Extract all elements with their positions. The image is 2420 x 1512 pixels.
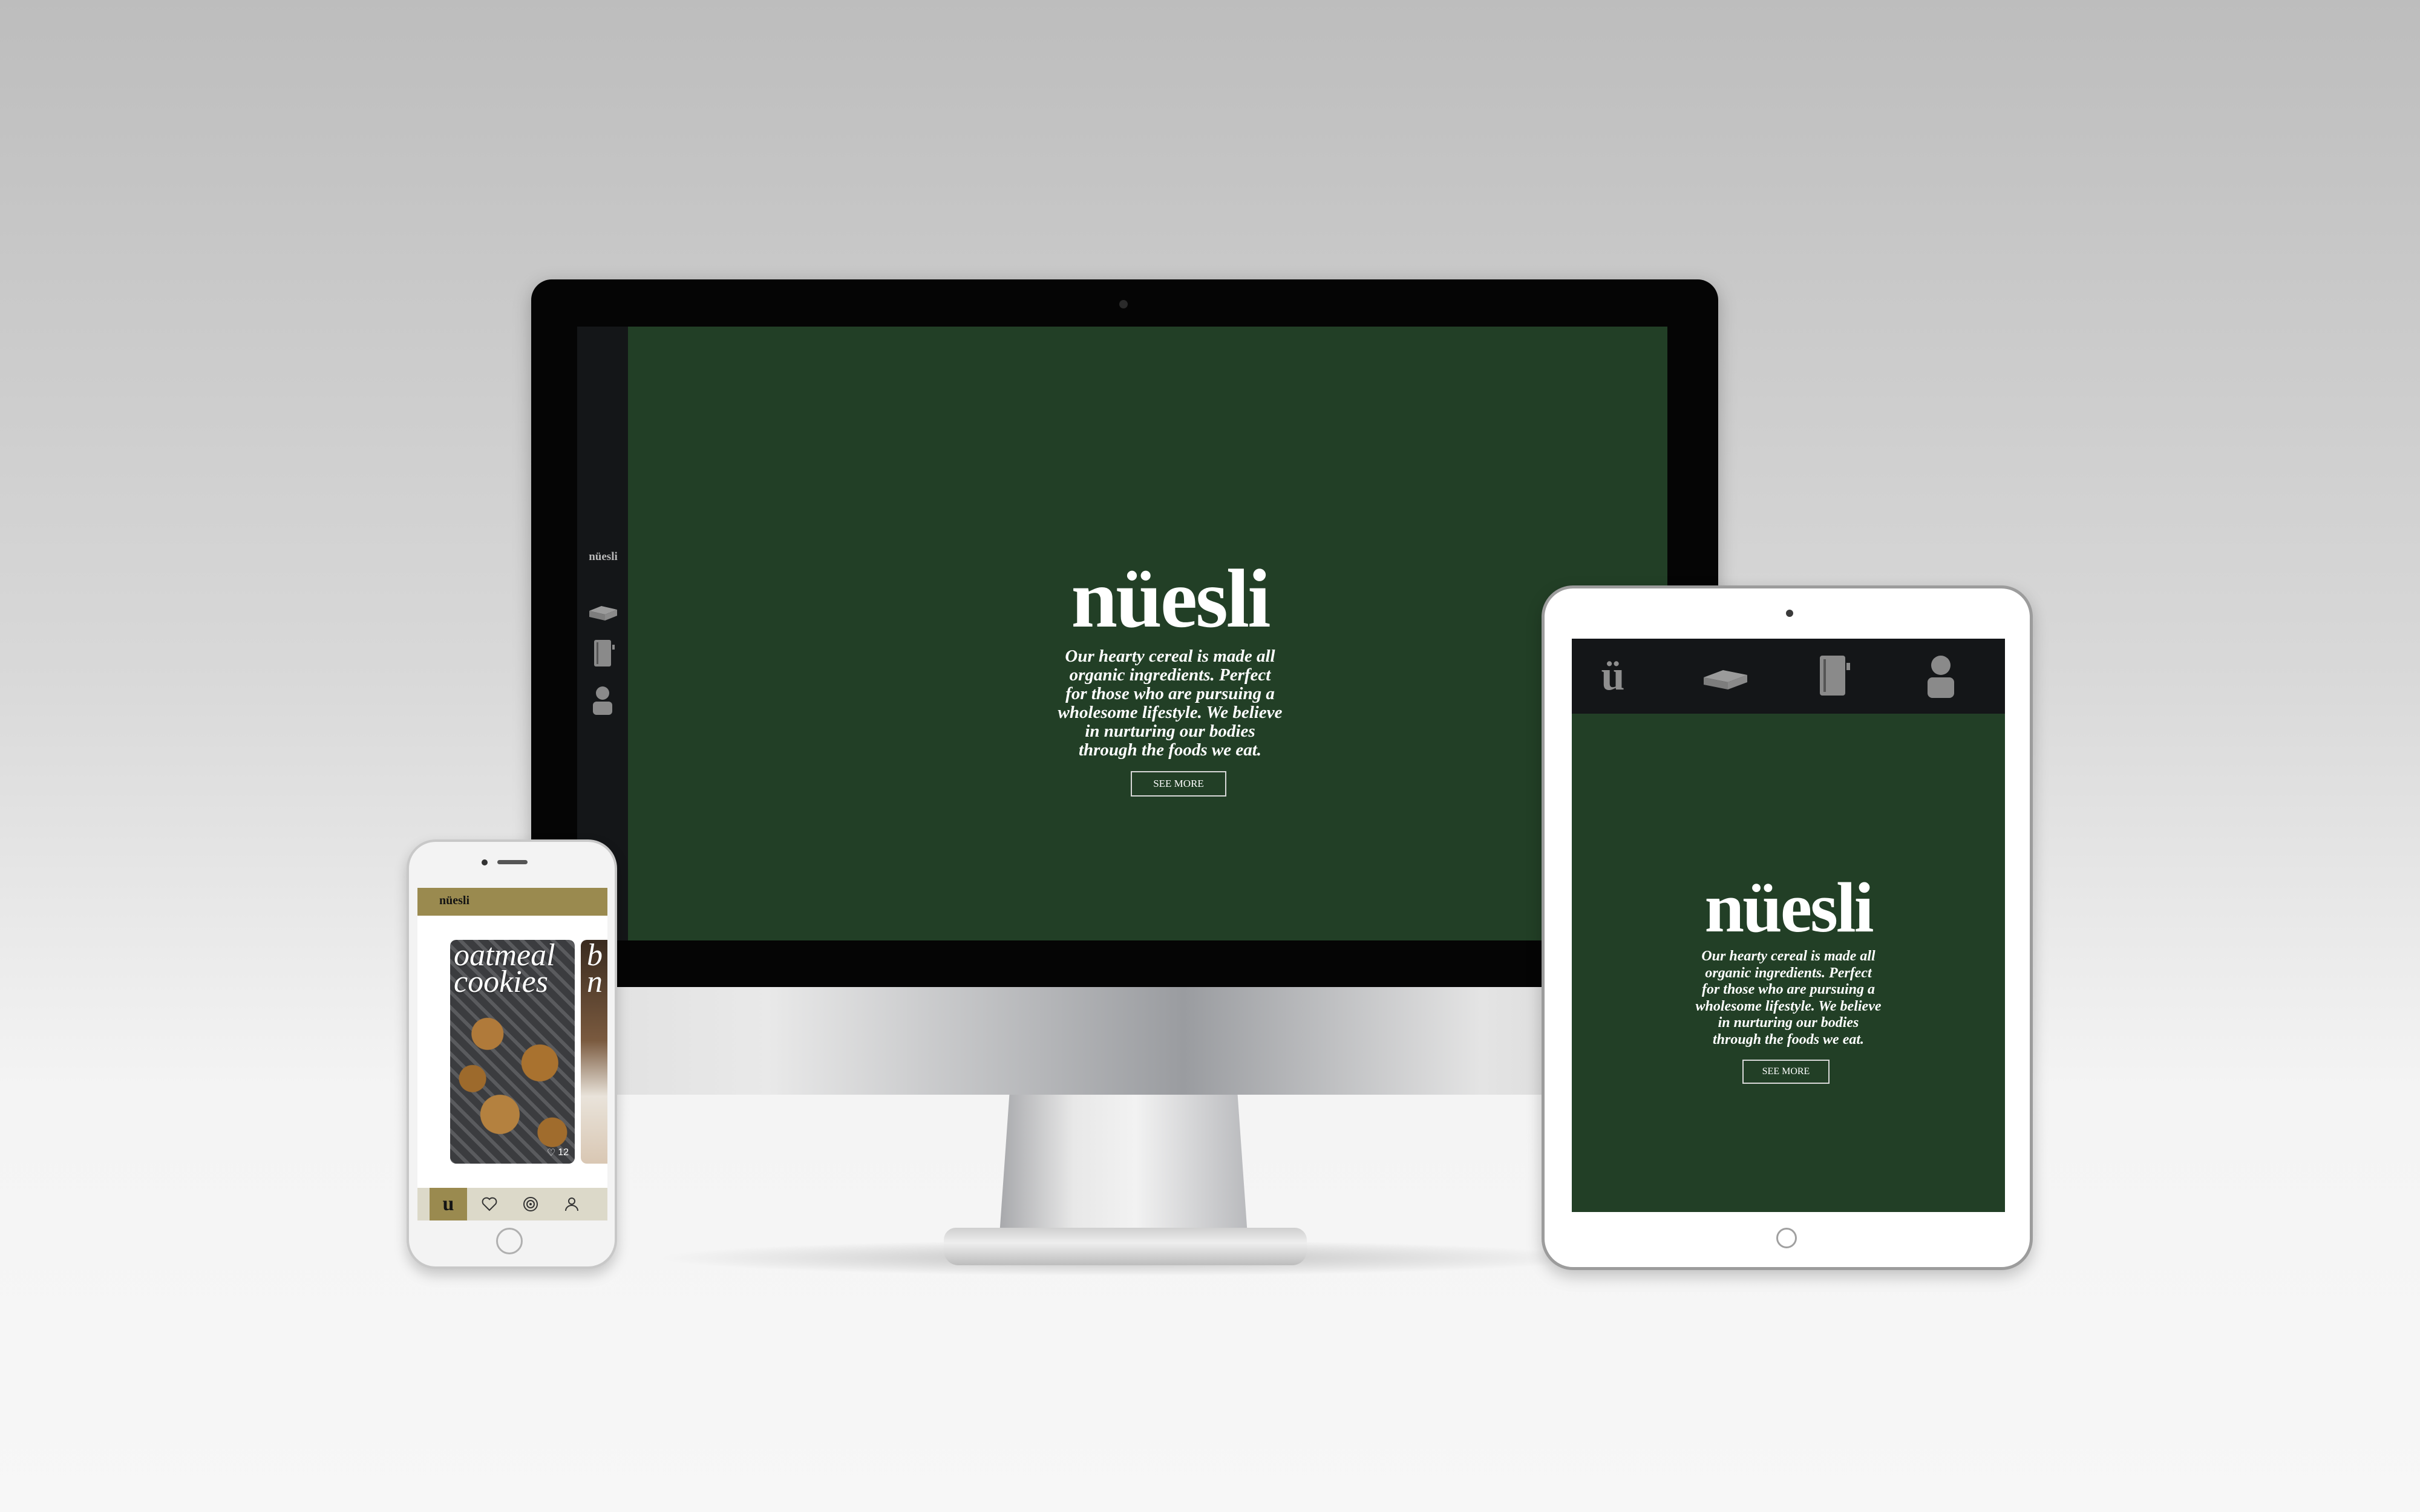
- svg-text:ü: ü: [1601, 653, 1625, 699]
- speaker-grille: [497, 860, 528, 864]
- see-more-button[interactable]: SEE MORE: [1131, 771, 1226, 797]
- phone-header: nüesli: [417, 888, 607, 916]
- phone-screen: nüesli oatmeal cookies ♡ 12 b n u: [417, 888, 607, 1220]
- imac-chin: [531, 987, 1718, 1095]
- recipe-card[interactable]: b n: [581, 940, 607, 1164]
- tab-explore[interactable]: [512, 1188, 549, 1220]
- box-icon[interactable]: [586, 593, 620, 627]
- user-icon[interactable]: [586, 683, 620, 717]
- hero-logo: nüesli: [1071, 552, 1270, 645]
- sidebar-logo[interactable]: nüesli: [582, 550, 624, 564]
- tab-favorites[interactable]: [471, 1188, 508, 1220]
- imac-stand-foot: [944, 1228, 1307, 1265]
- phone-tabbar: u: [417, 1188, 607, 1220]
- tablet-nav: ü: [1572, 639, 2005, 714]
- see-more-button[interactable]: SEE MORE: [1742, 1060, 1830, 1084]
- desktop-screen: nüesli nüesli Our hearty cereal is made …: [577, 327, 1667, 940]
- tablet-screen: ü nüesli Our hearty cereal is made all o…: [1572, 639, 2005, 1212]
- recipe-card-title: oatmeal cookies: [454, 940, 555, 999]
- phone-header-logo[interactable]: nüesli: [439, 894, 469, 908]
- user-icon[interactable]: [1914, 650, 1967, 703]
- hero-logo: nüesli: [1704, 868, 1874, 947]
- hero-tagline: Our hearty cereal is made all organic in…: [1695, 948, 1882, 1048]
- logo-u-icon[interactable]: ü: [1586, 650, 1640, 703]
- notebook-icon[interactable]: [1807, 650, 1860, 703]
- tab-profile[interactable]: [553, 1188, 590, 1220]
- tab-home[interactable]: u: [430, 1188, 467, 1220]
- camera-icon: [1119, 300, 1128, 308]
- camera-icon: [482, 859, 488, 865]
- notebook-icon[interactable]: [586, 636, 620, 670]
- recipe-card-likes-count: 12: [558, 1147, 569, 1158]
- camera-icon: [1786, 610, 1793, 617]
- home-button[interactable]: [1776, 1228, 1797, 1248]
- target-icon: [523, 1197, 538, 1211]
- logo-u-icon: u: [442, 1193, 454, 1215]
- hero-tagline: Our hearty cereal is made all organic in…: [1058, 647, 1283, 760]
- home-button[interactable]: [496, 1228, 523, 1254]
- recipe-card[interactable]: oatmeal cookies ♡ 12: [450, 940, 575, 1164]
- heart-icon: [482, 1197, 497, 1211]
- user-icon: [565, 1198, 578, 1211]
- heart-icon: ♡: [546, 1148, 556, 1158]
- box-icon[interactable]: [1699, 650, 1752, 703]
- imac-stand: [999, 1095, 1248, 1235]
- recipe-card-title: b n: [587, 940, 603, 999]
- recipe-card-likes[interactable]: ♡ 12: [547, 1147, 569, 1159]
